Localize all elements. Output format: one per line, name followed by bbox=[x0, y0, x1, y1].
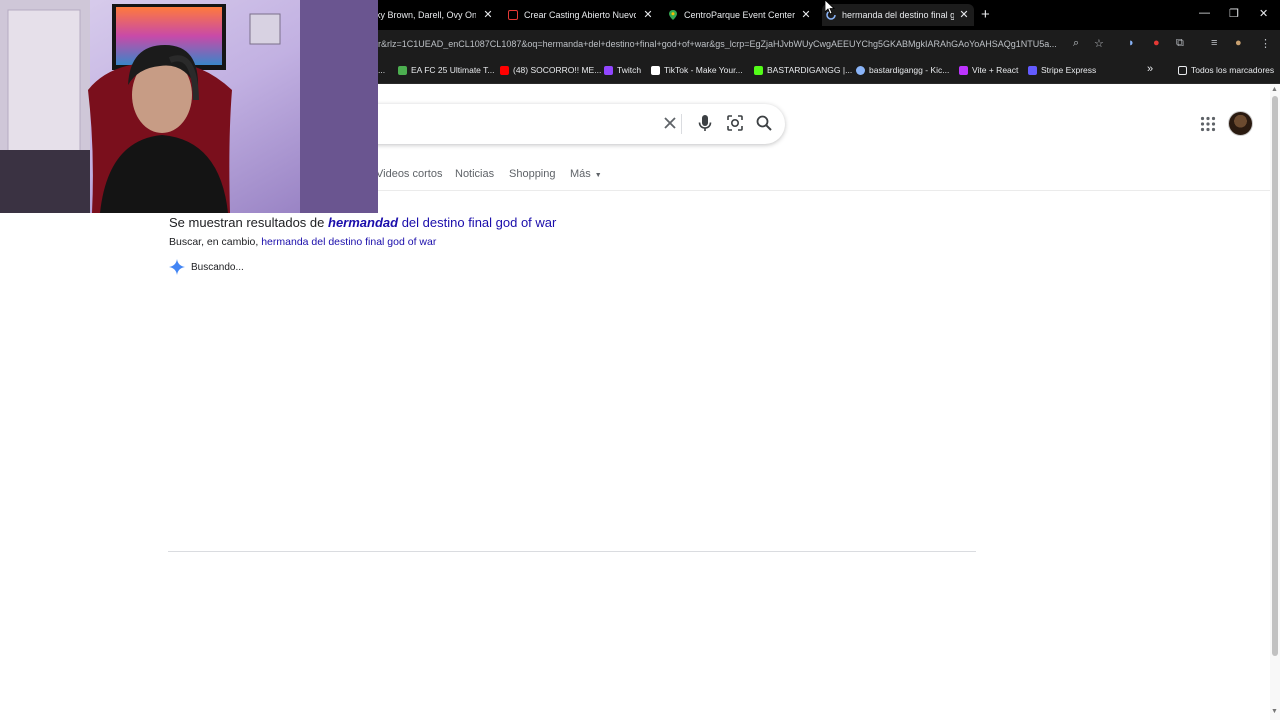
bookmark-item[interactable]: ... bbox=[378, 65, 385, 75]
original-query-link[interactable]: hermanda del destino final god of war bbox=[261, 236, 436, 248]
google-apps-icon[interactable] bbox=[1200, 116, 1216, 132]
maps-pin-icon bbox=[668, 10, 678, 20]
close-icon[interactable]: ✕ bbox=[800, 8, 812, 21]
ai-overview-loading: Buscando... bbox=[169, 259, 244, 275]
account-avatar[interactable] bbox=[1228, 111, 1253, 136]
webcam-overlay bbox=[0, 0, 378, 213]
gemini-sparkle-icon bbox=[169, 259, 185, 275]
webcam-image bbox=[0, 0, 378, 213]
bookmark-item[interactable]: Vite + React bbox=[959, 65, 1018, 75]
results-divider bbox=[168, 551, 976, 552]
link-icon bbox=[856, 65, 865, 75]
fc-icon bbox=[398, 65, 407, 75]
loading-label: Buscando... bbox=[191, 261, 244, 273]
restore-icon[interactable]: ❐ bbox=[1229, 7, 1239, 20]
bookmark-item[interactable]: Stripe Express bbox=[1028, 65, 1096, 75]
bookmark-star-icon[interactable]: ☆ bbox=[1094, 37, 1104, 50]
more-bookmarks-chevron-icon[interactable]: » bbox=[1147, 63, 1153, 75]
kick-icon bbox=[754, 65, 763, 75]
bookmark-item[interactable]: EA FC 25 Ultimate T... bbox=[398, 65, 494, 75]
tab-title: Crear Casting Abierto Nuevo Re bbox=[524, 10, 636, 20]
search-divider bbox=[681, 114, 682, 134]
tab-title: hermanda del destino final god bbox=[842, 10, 954, 20]
page-scrollbar[interactable]: ▲ ▼ bbox=[1270, 84, 1280, 720]
bookmark-item[interactable]: BASTARDIGANGG |... bbox=[754, 65, 852, 75]
search-icon[interactable] bbox=[753, 112, 775, 134]
dropdown-caret-icon: ▼ bbox=[594, 172, 602, 179]
corrected-query-link[interactable]: hermandad del destino final god of war bbox=[328, 215, 556, 230]
tab-mas[interactable]: Más ▼ bbox=[570, 168, 602, 180]
extension-audio-icon[interactable]: ◗ bbox=[1128, 37, 1135, 49]
menu-kebab-icon[interactable]: ⋮ bbox=[1260, 37, 1271, 50]
twitch-icon bbox=[604, 65, 613, 75]
tab-casting[interactable]: Crear Casting Abierto Nuevo Re ✕ bbox=[508, 4, 654, 26]
zoom-icon[interactable]: ⌕ bbox=[1073, 37, 1079, 50]
youtube-icon bbox=[500, 65, 509, 75]
new-tab-button[interactable]: + bbox=[981, 6, 990, 23]
profile-avatar-icon[interactable]: ● bbox=[1235, 37, 1242, 49]
bookmark-item[interactable]: bastardigangg - Kic... bbox=[856, 65, 949, 75]
tab-centroparque[interactable]: CentroParque Event Center - G ✕ bbox=[668, 4, 812, 26]
tab-videos-cortos[interactable]: Videos cortos bbox=[376, 168, 442, 180]
extension-badge-icon[interactable]: ● bbox=[1153, 37, 1160, 49]
scroll-down-icon[interactable]: ▼ bbox=[1271, 708, 1278, 715]
search-input[interactable] bbox=[330, 104, 785, 144]
tab-shopping[interactable]: Shopping bbox=[509, 168, 556, 180]
tab-title: CentroParque Event Center - G bbox=[684, 10, 796, 20]
original-query-suggestion: Buscar, en cambio, hermanda del destino … bbox=[169, 236, 437, 248]
lens-camera-icon[interactable] bbox=[724, 112, 746, 134]
bookmark-item[interactable]: TikTok - Make Your... bbox=[651, 65, 743, 75]
close-icon[interactable]: ✕ bbox=[482, 8, 494, 21]
scroll-thumb[interactable] bbox=[1272, 96, 1278, 656]
bookmark-item[interactable]: Twitch bbox=[604, 65, 641, 75]
bookmark-item[interactable]: (48) SOCORRO!! ME... bbox=[500, 65, 601, 75]
url-field[interactable]: r&rlz=1C1UEAD_enCL1087CL1087&oq=hermanda… bbox=[378, 39, 1068, 49]
tab-active-search[interactable]: hermanda del destino final god ✕ bbox=[822, 4, 974, 26]
mouse-cursor-icon bbox=[825, 0, 835, 15]
clear-search-icon[interactable] bbox=[659, 112, 681, 134]
folder-icon bbox=[1178, 65, 1187, 75]
tab-title: ky Brown, Darell, Ovy On Th bbox=[376, 10, 476, 20]
minimize-icon[interactable]: — bbox=[1199, 7, 1210, 19]
scroll-up-icon[interactable]: ▲ bbox=[1271, 86, 1278, 93]
all-bookmarks-folder[interactable]: Todos los marcadores bbox=[1178, 65, 1274, 75]
tab-noticias[interactable]: Noticias bbox=[455, 168, 494, 180]
spelling-correction: Se muestran resultados de hermandad del … bbox=[169, 215, 557, 230]
extensions-puzzle-icon[interactable]: ⧉ bbox=[1176, 37, 1184, 50]
tiktok-icon bbox=[651, 65, 660, 75]
vite-icon bbox=[959, 65, 968, 75]
nav-divider bbox=[330, 190, 1280, 191]
tab-song[interactable]: ky Brown, Darell, Ovy On Th ✕ bbox=[376, 4, 494, 26]
casting-favicon-icon bbox=[508, 10, 518, 20]
close-icon[interactable]: ✕ bbox=[642, 8, 654, 21]
close-icon[interactable]: ✕ bbox=[958, 8, 970, 21]
microphone-icon[interactable] bbox=[694, 112, 716, 134]
stripe-icon bbox=[1028, 65, 1037, 75]
close-window-icon[interactable]: ✕ bbox=[1259, 7, 1268, 20]
media-control-icon[interactable]: ≡ bbox=[1211, 37, 1217, 49]
